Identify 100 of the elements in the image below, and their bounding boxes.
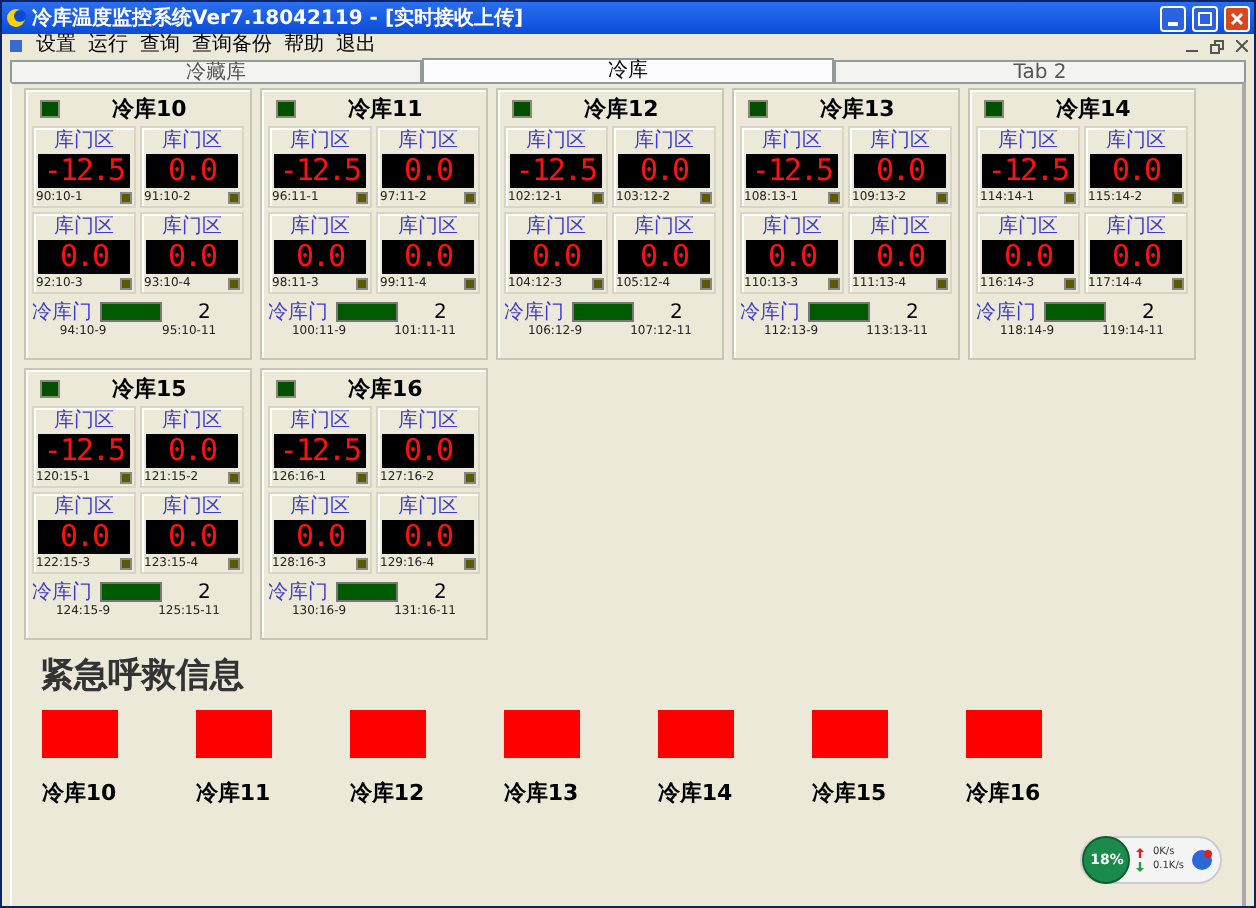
zone-label: 库门区 — [1106, 130, 1166, 154]
door-count: 2 — [906, 301, 919, 323]
status-light — [276, 379, 296, 397]
status-light — [276, 99, 296, 117]
sensor-light — [1172, 191, 1184, 203]
menu-item[interactable]: 退出 — [336, 34, 376, 58]
sensor-light — [936, 277, 948, 289]
door-label: 冷库门 — [976, 299, 1036, 325]
zone-label: 库门区 — [398, 130, 458, 154]
up-arrow-icon — [1136, 848, 1145, 858]
tab[interactable]: 冷库 — [422, 58, 834, 82]
down-arrow-icon — [1136, 862, 1145, 872]
zone-label: 库门区 — [998, 130, 1058, 154]
temperature-display: -12.5 — [982, 154, 1074, 188]
alarm-indicator — [349, 710, 425, 758]
temperature-display: 0.0 — [746, 240, 838, 274]
card-title: 冷库15 — [112, 373, 187, 403]
temperature-display: 0.0 — [146, 520, 238, 554]
temperature-display: 0.0 — [38, 240, 130, 274]
alarm-indicator — [811, 710, 887, 758]
sensor-light — [356, 471, 368, 483]
sensor-light — [700, 277, 712, 289]
zone-label: 库门区 — [162, 130, 222, 154]
sensor-light — [228, 471, 240, 483]
zone-label: 库门区 — [290, 410, 350, 434]
zone-label: 库门区 — [998, 216, 1058, 240]
alarm-label: 冷库12 — [349, 778, 425, 808]
temperature-display: 0.0 — [382, 434, 474, 468]
card-title: 冷库14 — [1056, 93, 1131, 123]
alarm-indicator — [657, 710, 733, 758]
temperature-display: 0.0 — [382, 154, 474, 188]
status-light — [984, 99, 1004, 117]
window-title: 冷库温度监控系统Ver7.18042119 - [实时接收上传] — [32, 4, 526, 32]
sensor-light — [1064, 277, 1076, 289]
minimize-button[interactable] — [1160, 5, 1186, 31]
temperature-display: 0.0 — [1090, 154, 1182, 188]
door-status-bar — [336, 302, 398, 322]
temperature-display: 0.0 — [146, 434, 238, 468]
tab[interactable]: Tab 2 — [834, 60, 1246, 82]
door-count: 2 — [1142, 301, 1155, 323]
zone-label: 库门区 — [54, 216, 114, 240]
status-light — [748, 99, 768, 117]
zone-label: 库门区 — [634, 216, 694, 240]
temperature-display: 0.0 — [618, 240, 710, 274]
door-count: 2 — [198, 301, 211, 323]
maximize-icon — [1198, 11, 1212, 25]
door-status-bar — [336, 582, 398, 602]
app-icon — [6, 8, 26, 28]
temperature-display: -12.5 — [38, 434, 130, 468]
sensor-light — [120, 277, 132, 289]
zone-label: 库门区 — [762, 130, 822, 154]
alarm-indicator — [965, 710, 1041, 758]
sensor-light — [228, 191, 240, 203]
sensor-light — [228, 277, 240, 289]
temperature-display: 0.0 — [382, 520, 474, 554]
menu-item[interactable]: 帮助 — [284, 34, 324, 58]
zone-label: 库门区 — [54, 130, 114, 154]
close-button[interactable] — [1224, 5, 1250, 31]
sensor-light — [1064, 191, 1076, 203]
tab[interactable]: 冷藏库 — [10, 60, 422, 82]
section-title: 紧急呼救信息 — [40, 654, 246, 698]
door-label: 冷库门 — [268, 579, 328, 605]
status-light — [40, 99, 60, 117]
sensor-light — [936, 191, 948, 203]
card-title: 冷库16 — [348, 373, 423, 403]
zone-label: 库门区 — [634, 130, 694, 154]
menu-item[interactable]: 查询 — [140, 34, 180, 58]
alarm-label: 冷库13 — [503, 778, 579, 808]
sensor-light — [592, 191, 604, 203]
sensor-light — [356, 557, 368, 569]
alarm-indicator — [503, 710, 579, 758]
door-status-bar — [100, 302, 162, 322]
zone-label: 库门区 — [398, 216, 458, 240]
zone-label: 库门区 — [870, 130, 930, 154]
zone-label: 库门区 — [1106, 216, 1166, 240]
sensor-light — [120, 191, 132, 203]
alarm-label: 冷库11 — [195, 778, 271, 808]
temperature-display: -12.5 — [510, 154, 602, 188]
temperature-display: 0.0 — [146, 154, 238, 188]
menu-item[interactable]: 查询备份 — [192, 34, 272, 58]
temperature-display: 0.0 — [274, 240, 366, 274]
zone-label: 库门区 — [398, 410, 458, 434]
globe-icon — [1190, 848, 1214, 872]
door-count: 2 — [670, 301, 683, 323]
close-icon — [1230, 11, 1244, 25]
zone-label: 库门区 — [870, 216, 930, 240]
zone-label: 库门区 — [54, 410, 114, 434]
maximize-button[interactable] — [1192, 5, 1218, 31]
menu-item[interactable]: 运行 — [88, 34, 128, 58]
door-status-bar — [100, 582, 162, 602]
close-icon[interactable] — [1236, 40, 1248, 52]
door-status-bar — [1044, 302, 1106, 322]
door-label: 冷库门 — [268, 299, 328, 325]
temperature-display: 0.0 — [854, 154, 946, 188]
temperature-display: -12.5 — [274, 434, 366, 468]
menu-item[interactable]: 设置 — [36, 34, 76, 58]
restore-icon[interactable] — [1210, 39, 1224, 53]
zone-label: 库门区 — [526, 130, 586, 154]
sensor-light — [120, 471, 132, 483]
sensor-light — [356, 277, 368, 289]
